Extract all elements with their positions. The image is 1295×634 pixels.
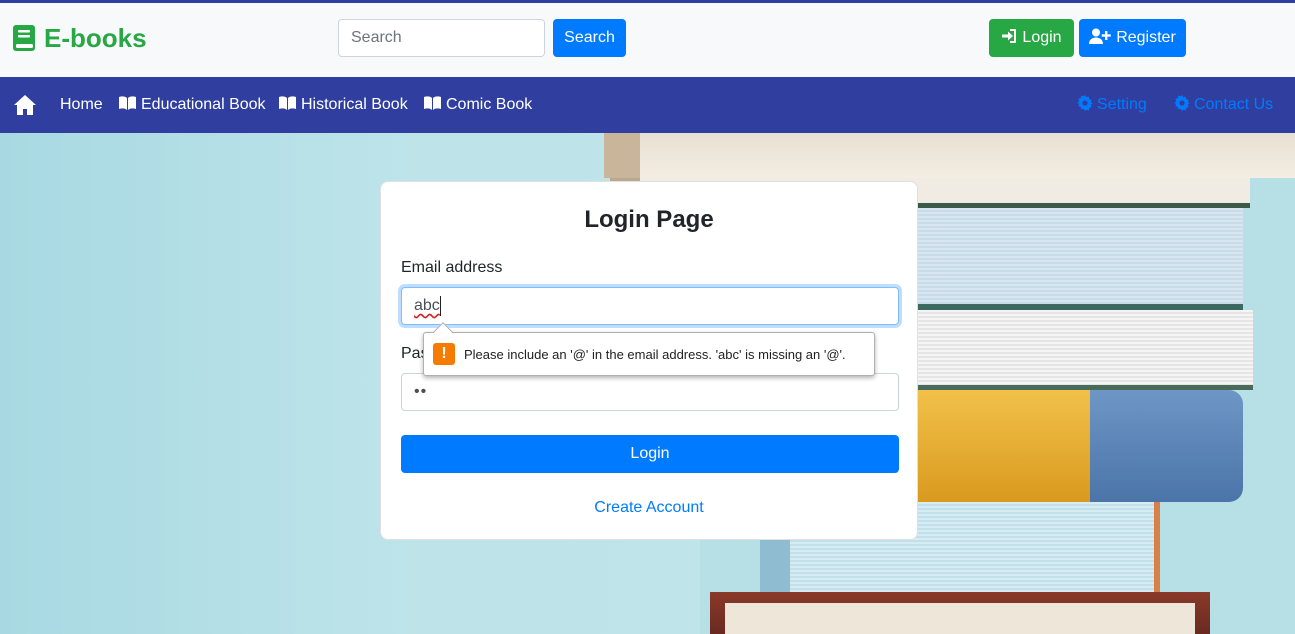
nav-home-label: Home	[60, 96, 103, 113]
nav-educational-book[interactable]: Educational Book	[118, 95, 266, 115]
open-book-icon	[118, 95, 137, 116]
page-title: Login Page	[584, 206, 714, 233]
book-icon	[12, 24, 36, 52]
brand-logo[interactable]: E-books	[12, 22, 147, 54]
warning-icon: !	[433, 343, 455, 365]
nav-historical-book[interactable]: Historical Book	[278, 95, 408, 115]
nav-educational-label: Educational Book	[141, 96, 266, 113]
nav-comic-book[interactable]: Comic Book	[423, 95, 532, 115]
text-caret	[439, 296, 441, 316]
password-field[interactable]: ••	[401, 373, 899, 411]
header-register-label: Register	[1116, 29, 1176, 46]
gear-icon	[1174, 94, 1190, 116]
search-button[interactable]: Search	[553, 19, 626, 57]
brand-name: E-books	[44, 22, 147, 53]
email-label: Email address	[401, 259, 503, 276]
navbar: Home Educational Book Historical Book Co…	[0, 77, 1295, 133]
home-icon[interactable]	[13, 94, 37, 121]
email-value: abc	[414, 297, 440, 314]
open-book-icon	[423, 95, 442, 116]
nav-comic-label: Comic Book	[446, 96, 533, 113]
open-book-icon	[278, 95, 297, 116]
header-login-label: Login	[1022, 29, 1062, 46]
validation-tooltip: ! Please include an '@' in the email add…	[423, 322, 875, 376]
header-login-button[interactable]: Login	[989, 19, 1074, 57]
nav-setting-label: Setting	[1097, 96, 1147, 113]
header-register-button[interactable]: Register	[1079, 19, 1186, 57]
gear-icon	[1077, 94, 1093, 116]
search-input[interactable]	[338, 19, 545, 57]
validation-message: Please include an '@' in the email addre…	[464, 346, 846, 362]
nav-setting[interactable]: Setting	[1077, 94, 1147, 116]
email-field[interactable]: abc	[401, 287, 899, 325]
nav-contact-label: Contact Us	[1194, 96, 1274, 113]
header: E-books Search Login Register	[0, 3, 1295, 77]
create-account-link[interactable]: Create Account	[381, 499, 917, 517]
password-value: ••	[414, 383, 428, 400]
nav-contact-us[interactable]: Contact Us	[1174, 94, 1274, 116]
nav-historical-label: Historical Book	[301, 96, 408, 113]
user-plus-icon	[1089, 28, 1111, 49]
sign-in-icon	[1001, 28, 1017, 49]
login-button[interactable]: Login	[401, 435, 899, 473]
nav-home[interactable]: Home	[60, 95, 103, 115]
